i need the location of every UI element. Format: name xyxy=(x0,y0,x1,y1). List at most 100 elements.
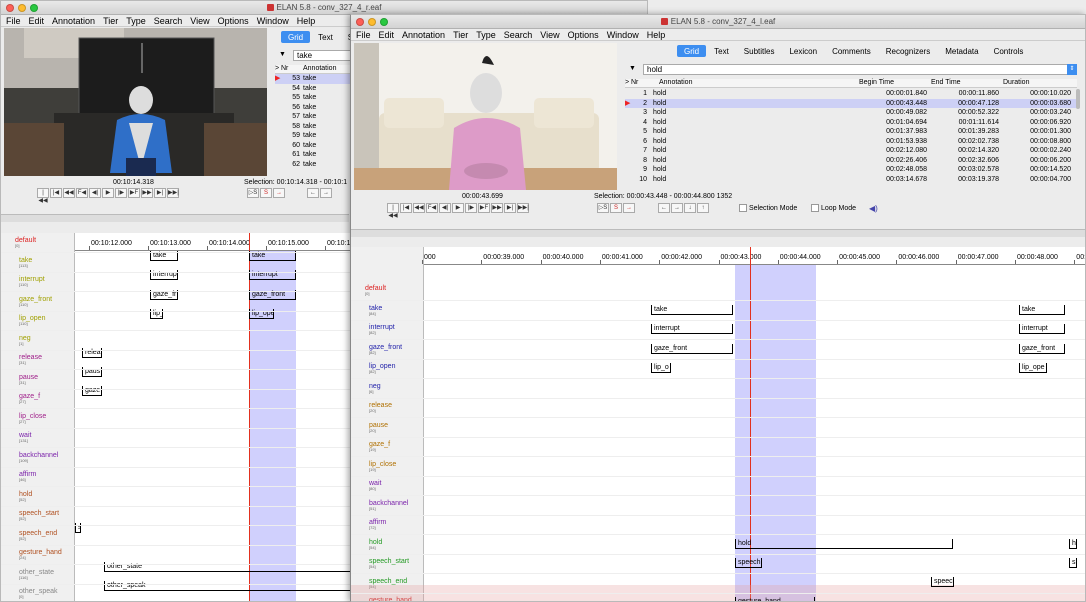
combo-chevron-icon[interactable]: ▼ xyxy=(279,51,286,58)
menu-type[interactable]: Type xyxy=(126,15,146,26)
next-second-button[interactable]: ▶▶ xyxy=(141,188,153,198)
prev-frame-1-button[interactable]: |◀ xyxy=(400,203,412,213)
tier-label[interactable]: affirm [72] xyxy=(369,519,386,530)
annotation-se[interactable]: speec xyxy=(931,577,954,587)
prev-pixel-button[interactable]: ◀| xyxy=(89,188,101,198)
scrollbar[interactable] xyxy=(351,229,1085,237)
tier-label[interactable]: speech_start [52] xyxy=(19,510,59,521)
annotation-gz[interactable]: gaze xyxy=(82,386,102,396)
tier-label[interactable]: interrupt [82] xyxy=(369,324,395,335)
go-to-end-button[interactable]: ▶▶| xyxy=(517,203,529,213)
toggle-crosshair-button[interactable]: → xyxy=(623,203,635,213)
grid-row[interactable]: 58 take xyxy=(275,122,351,132)
zoom-icon[interactable] xyxy=(30,4,38,12)
grid-row[interactable]: 10 hold 00:03:14.678 00:03:19.378 00:00:04.7… xyxy=(625,175,1077,185)
tab-comments[interactable]: Comments xyxy=(825,45,878,57)
close-icon[interactable] xyxy=(356,18,364,26)
grid-row[interactable]: 56 take xyxy=(275,103,351,113)
tier-label[interactable]: neg [1] xyxy=(19,335,31,346)
tier-label[interactable]: wait [131] xyxy=(19,432,31,443)
tier-up-button[interactable]: ↑ xyxy=(697,203,709,213)
grid-scrollbar[interactable] xyxy=(1076,89,1080,109)
play-selection-button[interactable]: ▷S xyxy=(247,188,259,198)
tab-text[interactable]: Text xyxy=(311,31,340,43)
annotation-h2[interactable]: h xyxy=(1069,539,1077,549)
tier-label[interactable]: speech_end [52] xyxy=(19,530,57,541)
menu-help[interactable]: Help xyxy=(647,29,666,40)
grid-row[interactable]: 62 take xyxy=(275,160,351,170)
tab-lexicon[interactable]: Lexicon xyxy=(782,45,824,57)
tab-metadata[interactable]: Metadata xyxy=(938,45,985,57)
tier-label[interactable]: gaze_f [27] xyxy=(19,393,40,404)
title-bar[interactable]: ELAN 5.8 - conv_327_4_r.eaf xyxy=(1,1,647,15)
tab-grid[interactable]: Grid xyxy=(281,31,311,43)
grid-row[interactable]: ▶ 2 hold 00:00:43.448 00:00:47.128 00:00:03.6… xyxy=(625,98,1077,108)
selection-mode-checkbox[interactable]: Selection Mode xyxy=(739,204,797,212)
tier-label[interactable]: neg [6] xyxy=(369,383,381,394)
minimize-icon[interactable] xyxy=(18,4,26,12)
annotation-hold[interactable]: hold xyxy=(735,539,953,549)
prev-second-button[interactable]: ◀◀ xyxy=(413,203,425,213)
menu-view[interactable]: View xyxy=(190,15,209,26)
tier-label[interactable]: interrupt [110] xyxy=(19,276,45,287)
scrollbar[interactable] xyxy=(1,214,349,222)
grid-row[interactable]: 8 hold 00:02:26.406 00:02:32.606 00:00:06.20… xyxy=(625,156,1077,166)
tier-label[interactable]: default [0] xyxy=(15,237,36,248)
prev-frame-1-button[interactable]: |◀ xyxy=(50,188,62,198)
tier-label[interactable]: release [31] xyxy=(19,354,42,365)
prev-annotation-button[interactable]: ← xyxy=(307,188,319,198)
next-annotation-button[interactable]: → xyxy=(320,188,332,198)
grid-row[interactable]: 60 take xyxy=(275,141,351,151)
annotation-lo1[interactable]: lip_o xyxy=(651,363,671,373)
tier-label[interactable]: affirm [46] xyxy=(19,471,36,482)
tier-label[interactable]: gaze_front [110] xyxy=(19,296,52,307)
combo-chevron-icon[interactable]: ▼ xyxy=(629,65,636,72)
tier-label[interactable]: gesture_hand [24] xyxy=(19,549,62,560)
annotation-gh[interactable]: gesture_hand xyxy=(735,597,815,601)
annotation-lo2[interactable]: lip_ope xyxy=(1019,363,1047,373)
tier-label[interactable]: lip_close [19] xyxy=(369,461,396,472)
menu-options[interactable]: Options xyxy=(568,29,599,40)
tier-label[interactable]: lip_open [110] xyxy=(19,315,45,326)
annotation-ss[interactable]: speech xyxy=(735,558,762,568)
minimize-icon[interactable] xyxy=(368,18,376,26)
tier-label[interactable]: other_speak [0] xyxy=(19,588,58,599)
zoom-icon[interactable] xyxy=(380,18,388,26)
prev-annotation-button[interactable]: ← xyxy=(658,203,670,213)
go-to-begin-button[interactable]: |◀◀ xyxy=(37,188,49,204)
grid-row[interactable]: 3 hold 00:00:49.082 00:00:52.322 00:00:03.24… xyxy=(625,108,1077,118)
menu-tier[interactable]: Tier xyxy=(103,15,118,26)
menu-annotation[interactable]: Annotation xyxy=(52,15,95,26)
go-to-begin-button[interactable]: |◀◀ xyxy=(387,203,399,219)
loop-mode-checkbox[interactable]: Loop Mode xyxy=(811,204,856,212)
menu-search[interactable]: Search xyxy=(504,29,533,40)
tier-label[interactable]: lip_close [27] xyxy=(19,413,46,424)
prev-second-button[interactable]: ◀◀ xyxy=(63,188,75,198)
tier-label[interactable]: other_state [116] xyxy=(19,569,54,580)
tier-down-button[interactable]: ↓ xyxy=(684,203,696,213)
grid-row[interactable]: 61 take xyxy=(275,150,351,160)
annotation-ss2[interactable]: s xyxy=(1069,558,1077,568)
grid-row[interactable]: 57 take xyxy=(275,112,351,122)
menu-edit[interactable]: Edit xyxy=(29,15,45,26)
play-button[interactable]: ▶ xyxy=(452,203,464,213)
menu-help[interactable]: Help xyxy=(297,15,316,26)
tier-label[interactable]: backchannel [109] xyxy=(19,452,58,463)
next-second-button[interactable]: ▶▶ xyxy=(491,203,503,213)
toggle-crosshair-button[interactable]: → xyxy=(273,188,285,198)
menu-tier[interactable]: Tier xyxy=(453,29,468,40)
grid-row[interactable]: 7 hold 00:02:12.080 00:02:14.320 00:00:02.24… xyxy=(625,146,1077,156)
play-selection-button[interactable]: ▷S xyxy=(597,203,609,213)
menu-view[interactable]: View xyxy=(540,29,559,40)
tier-label[interactable]: gaze_f [19] xyxy=(369,441,390,452)
tier-label[interactable]: wait [80] xyxy=(369,480,381,491)
title-bar[interactable]: ELAN 5.8 - conv_327_4_l.eaf xyxy=(351,15,1085,29)
annotation-int2[interactable]: interrupt xyxy=(1019,324,1065,334)
tier-label[interactable]: default [0] xyxy=(365,285,386,296)
tier-label[interactable]: hold [54] xyxy=(369,539,382,550)
grid-row[interactable]: 54 take xyxy=(275,84,351,94)
tier-label[interactable]: pause [20] xyxy=(369,422,388,433)
grid-row[interactable]: 55 take xyxy=(275,93,351,103)
tier-combo[interactable]: take xyxy=(293,50,353,61)
next-frame-2-button[interactable]: ▶| xyxy=(154,188,166,198)
